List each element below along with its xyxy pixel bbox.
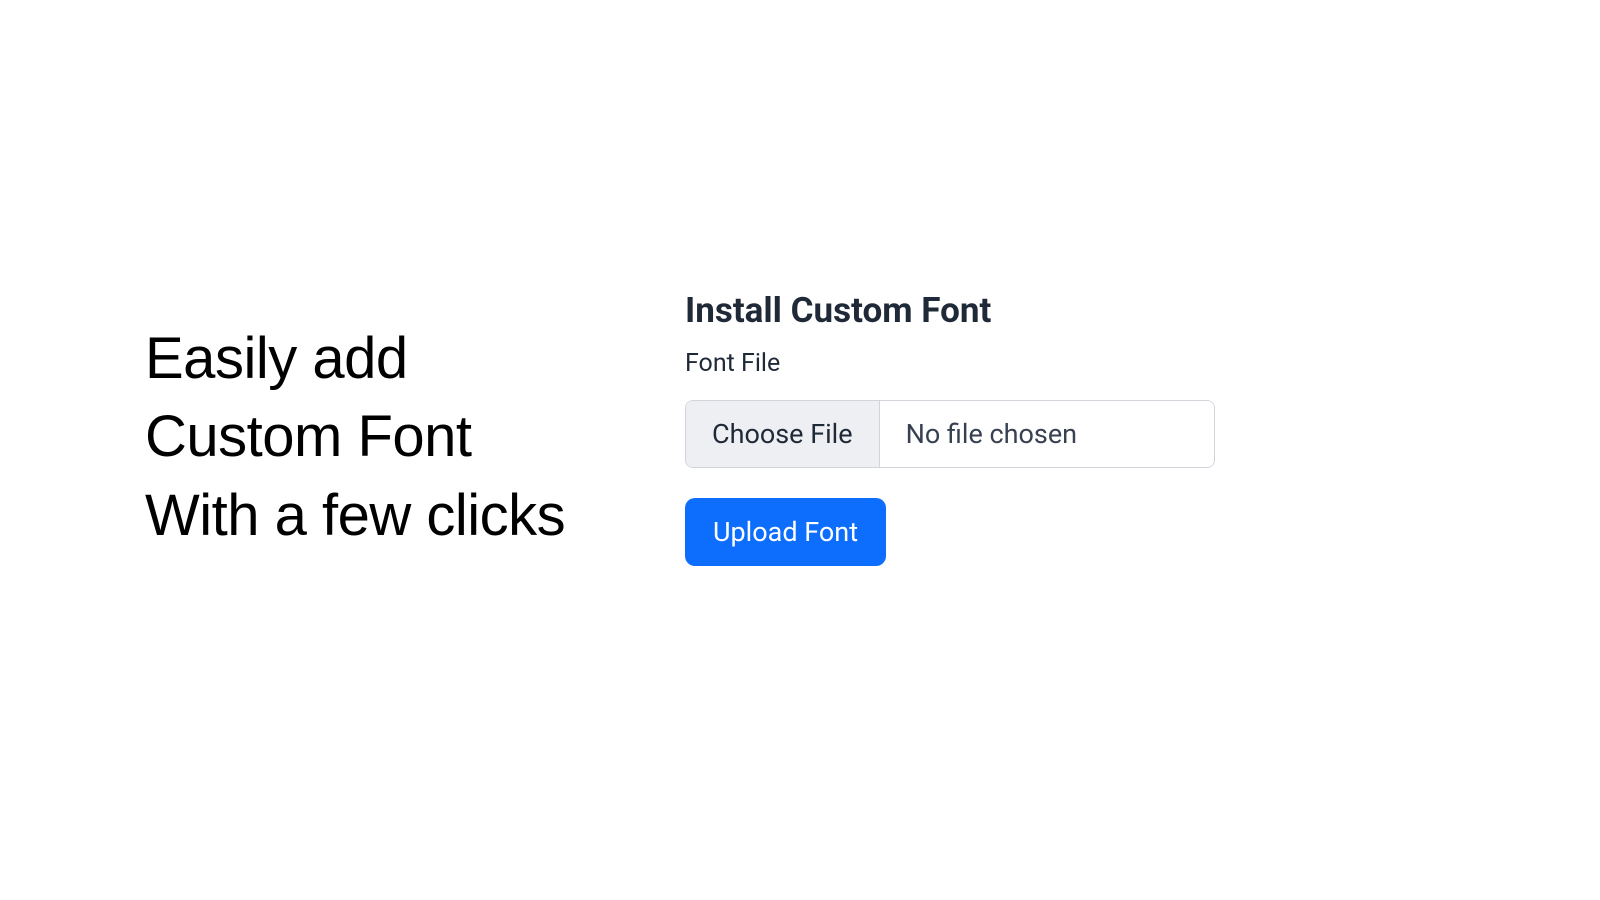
file-status-text: No file chosen [880, 401, 1214, 467]
tagline-line-2: Custom Font [145, 398, 655, 476]
section-heading: Install Custom Font [685, 290, 1215, 331]
font-file-label: Font File [685, 349, 1215, 378]
tagline-line-3: With a few clicks [145, 477, 655, 555]
tagline: Easily add Custom Font With a few clicks [145, 320, 655, 555]
file-input[interactable]: Choose File No file chosen [685, 400, 1215, 468]
upload-font-button[interactable]: Upload Font [685, 498, 886, 566]
choose-file-button[interactable]: Choose File [686, 401, 880, 467]
left-column: Easily add Custom Font With a few clicks [145, 290, 655, 566]
main-container: Easily add Custom Font With a few clicks… [145, 290, 1195, 566]
right-column: Install Custom Font Font File Choose Fil… [655, 290, 1215, 566]
tagline-line-1: Easily add [145, 320, 655, 398]
